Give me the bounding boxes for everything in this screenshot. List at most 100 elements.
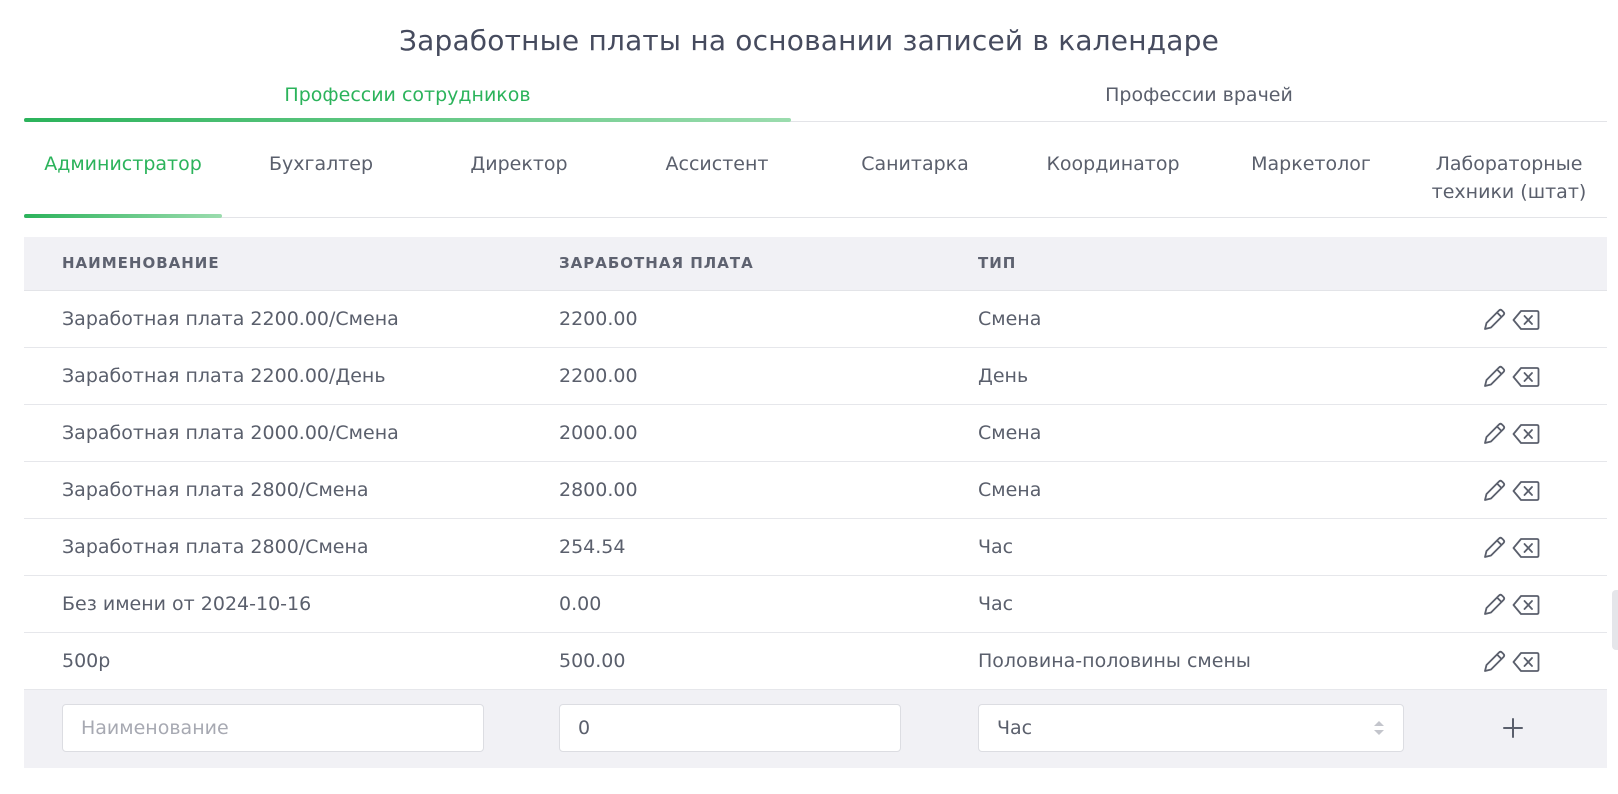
- pencil-icon: [1484, 479, 1506, 501]
- add-salary-row: Час: [24, 690, 1607, 768]
- pencil-icon: [1484, 308, 1506, 330]
- salary-table: НАИМЕНОВАНИЕ ЗАРАБОТНАЯ ПЛАТА ТИП Зарабо…: [24, 237, 1607, 768]
- row-type: Час: [978, 536, 1014, 558]
- profession-tab-administrator[interactable]: Администратор: [24, 140, 222, 218]
- delete-button[interactable]: [1512, 534, 1540, 562]
- profession-tab-label: Санитарка: [861, 153, 969, 175]
- profession-tab-label: Координатор: [1046, 153, 1180, 175]
- row-type: Час: [978, 593, 1014, 615]
- sort-arrows-icon: [1374, 721, 1384, 735]
- row-name: Заработная плата 2000.00/Смена: [62, 422, 399, 444]
- row-type: Смена: [978, 308, 1042, 330]
- backspace-delete-icon: [1512, 595, 1540, 615]
- table-row: Заработная плата 2200.00/День 2200.00 День: [24, 348, 1607, 405]
- table-row: Заработная плата 2800/Смена 254.54 Час: [24, 519, 1607, 576]
- edit-button[interactable]: [1480, 534, 1508, 562]
- profession-tab-nurse[interactable]: Санитарка: [816, 140, 1014, 217]
- edit-button[interactable]: [1480, 420, 1508, 448]
- table-row: Без имени от 2024-10-16 0.00 Час: [24, 576, 1607, 633]
- backspace-delete-icon: [1512, 310, 1540, 330]
- row-actions: [1480, 477, 1540, 505]
- active-tab-indicator: [24, 118, 791, 122]
- edit-button[interactable]: [1480, 306, 1508, 334]
- row-salary: 500.00: [559, 650, 626, 672]
- tab-doctor-professions[interactable]: Профессии врачей: [791, 75, 1607, 121]
- tab-label: Профессии сотрудников: [284, 84, 531, 106]
- profession-tab-label: Администратор: [44, 153, 202, 175]
- backspace-delete-icon: [1512, 367, 1540, 387]
- row-salary: 2800.00: [559, 479, 638, 501]
- row-name: 500р: [62, 650, 111, 672]
- profession-tab-label: Маркетолог: [1251, 153, 1371, 175]
- row-actions: [1480, 591, 1540, 619]
- tab-label: Профессии врачей: [1105, 84, 1293, 106]
- profession-tab-coordinator[interactable]: Координатор: [1014, 140, 1212, 217]
- name-input[interactable]: [62, 704, 484, 752]
- column-header-type: ТИП: [978, 254, 1017, 272]
- row-salary: 254.54: [559, 536, 626, 558]
- row-actions: [1480, 363, 1540, 391]
- table-row: Заработная плата 2200.00/Смена 2200.00 Сме…: [24, 291, 1607, 348]
- row-salary: 2200.00: [559, 308, 638, 330]
- add-button[interactable]: [1497, 712, 1529, 744]
- profession-tab-marketer[interactable]: Маркетолог: [1212, 140, 1410, 217]
- row-actions: [1480, 420, 1540, 448]
- edit-button[interactable]: [1480, 363, 1508, 391]
- profession-tab-assistant[interactable]: Ассистент: [618, 140, 816, 217]
- backspace-delete-icon: [1512, 652, 1540, 672]
- profession-tab-label: Ассистент: [665, 153, 769, 175]
- column-header-salary: ЗАРАБОТНАЯ ПЛАТА: [559, 254, 754, 272]
- row-salary: 2000.00: [559, 422, 638, 444]
- main-tabs: Профессии сотрудников Профессии врачей: [24, 75, 1607, 122]
- profession-tab-accountant[interactable]: Бухгалтер: [222, 140, 420, 217]
- profession-tab-label: Лабораторные техники (штат): [1431, 153, 1587, 203]
- row-name: Заработная плата 2800/Смена: [62, 479, 369, 501]
- type-select-value: Час: [997, 717, 1033, 739]
- row-actions: [1480, 648, 1540, 676]
- row-type: Половина-половины смены: [978, 650, 1251, 672]
- edit-button[interactable]: [1480, 648, 1508, 676]
- row-type: День: [978, 365, 1029, 387]
- table-row: 500р 500.00 Половина-половины смены: [24, 633, 1607, 690]
- table-header: НАИМЕНОВАНИЕ ЗАРАБОТНАЯ ПЛАТА ТИП: [24, 237, 1607, 291]
- edit-button[interactable]: [1480, 591, 1508, 619]
- tab-employee-professions[interactable]: Профессии сотрудников: [24, 75, 791, 122]
- salary-input[interactable]: [559, 704, 901, 752]
- type-select[interactable]: Час: [978, 704, 1404, 752]
- backspace-delete-icon: [1512, 424, 1540, 444]
- row-name: Заработная плата 2800/Смена: [62, 536, 369, 558]
- page-title: Заработные платы на основании записей в …: [398, 24, 1220, 57]
- delete-button[interactable]: [1512, 477, 1540, 505]
- row-actions: [1480, 534, 1540, 562]
- pencil-icon: [1484, 422, 1506, 444]
- row-name: Заработная плата 2200.00/День: [62, 365, 386, 387]
- pencil-icon: [1484, 650, 1506, 672]
- pencil-icon: [1484, 536, 1506, 558]
- edit-button[interactable]: [1480, 477, 1508, 505]
- plus-icon: [1503, 718, 1523, 738]
- table-row: Заработная плата 2800/Смена 2800.00 Смена: [24, 462, 1607, 519]
- profession-tab-label: Директор: [470, 153, 568, 175]
- table-body: Заработная плата 2200.00/Смена 2200.00 Сме…: [24, 291, 1607, 690]
- delete-button[interactable]: [1512, 420, 1540, 448]
- delete-button[interactable]: [1512, 306, 1540, 334]
- delete-button[interactable]: [1512, 648, 1540, 676]
- profession-tab-director[interactable]: Директор: [420, 140, 618, 217]
- row-actions: [1480, 306, 1540, 334]
- row-type: Смена: [978, 422, 1042, 444]
- pencil-icon: [1484, 593, 1506, 615]
- row-salary: 0.00: [559, 593, 602, 615]
- delete-button[interactable]: [1512, 591, 1540, 619]
- table-row: Заработная плата 2000.00/Смена 2000.00 Сме…: [24, 405, 1607, 462]
- profession-tab-lab-technicians[interactable]: Лабораторные техники (штат): [1410, 140, 1608, 217]
- row-salary: 2200.00: [559, 365, 638, 387]
- row-type: Смена: [978, 479, 1042, 501]
- row-name: Заработная плата 2200.00/Смена: [62, 308, 399, 330]
- column-header-name: НАИМЕНОВАНИЕ: [62, 254, 220, 272]
- delete-button[interactable]: [1512, 363, 1540, 391]
- active-profession-indicator: [24, 214, 222, 218]
- backspace-delete-icon: [1512, 481, 1540, 501]
- row-name: Без имени от 2024-10-16: [62, 593, 312, 615]
- pencil-icon: [1484, 365, 1506, 387]
- profession-tabs: Администратор Бухгалтер Директор Ассисте…: [24, 140, 1607, 218]
